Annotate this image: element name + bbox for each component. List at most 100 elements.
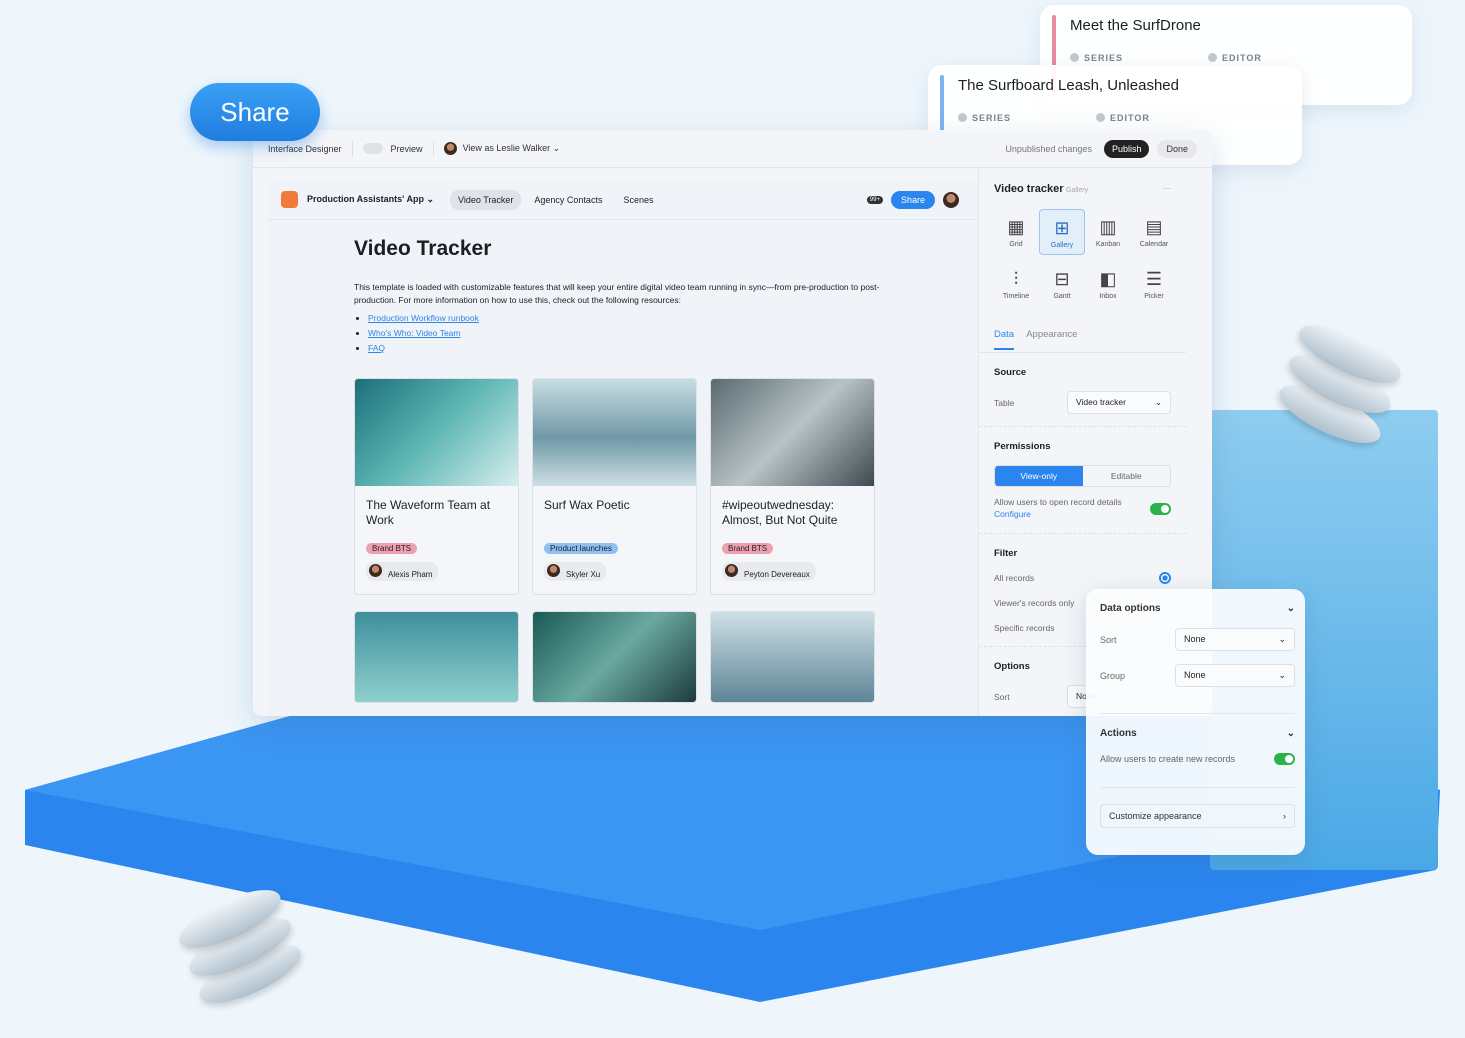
inbox-icon: ◧	[1099, 269, 1117, 289]
link-workflow-runbook[interactable]: Production Workflow runbook	[368, 313, 479, 323]
page-title: Video Tracker	[354, 237, 492, 260]
view-only-option[interactable]: View-only	[995, 466, 1083, 486]
panel-title: Video tracker	[994, 183, 1064, 195]
view-picker[interactable]: ☰ Picker	[1131, 261, 1177, 307]
card-title: Surf Wax Poetic	[544, 498, 630, 512]
record-title: Meet the SurfDrone	[1070, 17, 1201, 34]
notifications-icon[interactable]: 99+	[866, 195, 883, 204]
preview-label: Preview	[390, 143, 423, 154]
configure-link[interactable]: Configure	[994, 509, 1031, 519]
timeline-icon: ⫶	[1013, 269, 1019, 289]
tag-badge: Product launches	[544, 543, 618, 554]
gallery-card[interactable]	[710, 611, 875, 703]
series-field: SERIES	[1070, 53, 1208, 63]
permissions-heading: Permissions	[994, 441, 1051, 452]
record-title: The Surfboard Leash, Unleashed	[958, 77, 1179, 94]
tab-appearance[interactable]: Appearance	[1026, 329, 1077, 340]
publish-button[interactable]: Publish	[1103, 139, 1150, 158]
share-pill-button[interactable]: Share	[190, 83, 320, 141]
assignee: Peyton Devereaux	[722, 562, 816, 581]
grid-icon: ▦	[1007, 217, 1025, 237]
tab-agency-contacts[interactable]: Agency Contacts	[526, 190, 610, 210]
tab-data[interactable]: Data	[994, 329, 1015, 350]
gantt-icon: ⊟	[1054, 269, 1070, 289]
editor-field: EDITOR	[1208, 53, 1346, 63]
table-select[interactable]: Video tracker ⌄	[1067, 391, 1171, 414]
more-icon[interactable]: ···	[1163, 183, 1172, 195]
view-type-picker: ▦ Grid ⊞ Gallery ▥ Kanban ▤ Calendar ⫶ Timeli…	[979, 195, 1186, 307]
customize-appearance-button[interactable]: Customize appearance ›	[1100, 804, 1295, 828]
card-image	[533, 379, 696, 486]
sort-label: Sort	[1100, 634, 1117, 645]
view-gantt[interactable]: ⊟ Gantt	[1039, 261, 1085, 307]
picker-icon: ☰	[1145, 269, 1163, 289]
chevron-down-icon[interactable]: ⌄	[1287, 603, 1295, 614]
status-text: Unpublished changes	[1005, 143, 1092, 154]
view-inbox[interactable]: ◧ Inbox	[1085, 261, 1131, 307]
gallery-card[interactable]	[354, 611, 519, 703]
designer-title: Interface Designer	[268, 143, 342, 154]
allow-create-switch[interactable]	[1274, 753, 1295, 765]
editable-option[interactable]: Editable	[1083, 466, 1171, 486]
view-kanban[interactable]: ▥ Kanban	[1085, 209, 1131, 255]
source-heading: Source	[994, 367, 1027, 378]
data-options-popover: Data options ⌄ Sort None ⌄ Group None ⌄ Actio…	[1086, 589, 1305, 855]
allow-open-switch[interactable]	[1150, 503, 1171, 515]
gallery-card[interactable]	[532, 611, 697, 703]
gallery-icon: ⊞	[1054, 218, 1070, 238]
tag-badge: Brand BTS	[366, 543, 418, 554]
card-image	[711, 379, 874, 486]
chevron-down-icon[interactable]: ⌄	[1287, 728, 1295, 739]
allow-create-label: Allow users to create new records	[1100, 754, 1236, 764]
assignee: Skyler Xu	[544, 562, 607, 581]
interface-designer-window: Interface Designer Preview View as Lesli…	[253, 130, 1212, 716]
calendar-icon: ▤	[1145, 217, 1163, 237]
filter-heading: Filter	[994, 548, 1018, 559]
panel-subtitle: Gallery	[1065, 187, 1089, 194]
view-calendar[interactable]: ▤ Calendar	[1131, 209, 1177, 255]
tab-scenes[interactable]: Scenes	[615, 190, 661, 210]
avatar	[443, 142, 457, 155]
chevron-right-icon: ›	[1283, 811, 1286, 821]
allow-open-label: Allow users to open record details	[994, 497, 1122, 507]
app-logo-icon	[281, 191, 298, 208]
view-gallery[interactable]: ⊞ Gallery	[1039, 209, 1085, 255]
link-faq[interactable]: FAQ	[368, 343, 385, 353]
sort-select[interactable]: None⌄	[1175, 628, 1295, 651]
tag-badge: Brand BTS	[722, 543, 774, 554]
filter-viewer-label: Viewer's records only	[994, 598, 1075, 608]
table-label: Table	[994, 397, 1015, 408]
filter-all-label: All records	[994, 573, 1035, 583]
card-image	[355, 379, 518, 486]
group-label: Group	[1100, 670, 1126, 681]
sort-label: Sort	[994, 691, 1010, 702]
gallery-card[interactable]: #wipeoutwednesday: Almost, But Not Quite…	[710, 378, 875, 595]
data-options-heading: Data options	[1100, 603, 1161, 614]
assignee: Alexis Pham	[366, 562, 439, 581]
kanban-icon: ▥	[1099, 217, 1117, 237]
app-name-dropdown[interactable]: Production Assistants' App ⌄	[307, 194, 434, 205]
group-select[interactable]: None ⌄	[1175, 664, 1295, 687]
view-as-dropdown[interactable]: View as Leslie Walker ⌄	[463, 143, 561, 154]
series-field: SERIES	[958, 113, 1096, 123]
gallery-card[interactable]: The Waveform Team at Work Brand BTS Alex…	[354, 378, 519, 595]
preview-toggle[interactable]	[362, 143, 383, 154]
view-grid[interactable]: ▦ Grid	[993, 209, 1039, 255]
share-button[interactable]: Share	[890, 190, 935, 209]
gallery: The Waveform Team at Work Brand BTS Alex…	[354, 378, 875, 703]
card-title: The Waveform Team at Work	[366, 498, 491, 527]
gallery-card[interactable]: Surf Wax Poetic Product launches Skyler …	[532, 378, 697, 595]
editor-field: EDITOR	[1096, 113, 1234, 123]
permissions-toggle: View-only Editable	[994, 465, 1171, 487]
filter-all-radio[interactable]	[1159, 572, 1171, 584]
user-avatar[interactable]	[943, 191, 959, 208]
done-button[interactable]: Done	[1157, 139, 1197, 158]
card-title: #wipeoutwednesday: Almost, But Not Quite	[722, 498, 838, 527]
page-description: This template is loaded with customizabl…	[354, 282, 880, 305]
filter-specific-label: Specific records	[994, 623, 1055, 633]
view-timeline[interactable]: ⫶ Timeline	[993, 261, 1039, 307]
link-whos-who[interactable]: Who's Who: Video Team	[368, 328, 461, 338]
tab-video-tracker[interactable]: Video Tracker	[450, 189, 522, 210]
app-preview: Production Assistants' App ⌄ Video Track…	[268, 180, 978, 716]
actions-heading: Actions	[1100, 728, 1137, 739]
